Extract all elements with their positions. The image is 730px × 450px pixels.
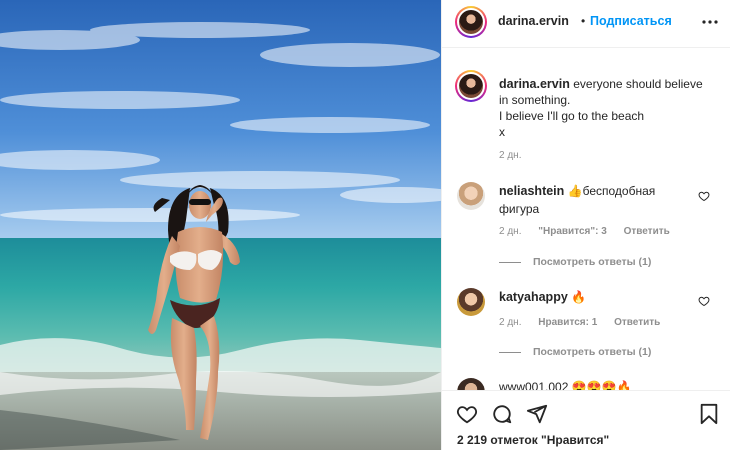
comment-likes[interactable]: Нравится: 1 (538, 317, 597, 328)
caption-line: everyone should believe (573, 77, 703, 91)
comment-body: 🔥 (571, 290, 587, 304)
comment-likes[interactable]: "Нравится": 3 (538, 226, 607, 237)
more-horizontal-icon[interactable] (701, 12, 719, 32)
post-photo[interactable] (0, 0, 441, 450)
comment-timestamp[interactable]: 2 дн. (499, 317, 521, 328)
caption-timestamp[interactable]: 2 дн. (499, 150, 521, 161)
caption-line: x (499, 125, 505, 139)
caption-username[interactable]: darina.ervin (499, 77, 570, 91)
heart-icon[interactable] (456, 403, 478, 425)
replies-divider (499, 261, 521, 263)
reply-button[interactable]: Ответить (614, 317, 660, 328)
replies-divider (499, 351, 521, 353)
comment-meta: 2 дн. "Нравится": 3 Ответить (499, 226, 684, 237)
beach-photo (0, 0, 441, 450)
author-avatar[interactable] (455, 6, 487, 38)
author-username[interactable]: darina.ervin (498, 14, 569, 28)
comments-list[interactable]: darina.ervin everyone should believe in … (442, 48, 730, 390)
separator-dot: • (581, 14, 586, 28)
post-actions: 2 219 отметок "Нравится" (442, 390, 730, 450)
heart-icon[interactable] (698, 295, 710, 307)
comment-timestamp[interactable]: 2 дн. (499, 226, 521, 237)
caption-avatar[interactable] (455, 70, 487, 102)
commenter-avatar[interactable] (457, 182, 485, 210)
comment-body: 😍😍😍🔥 (571, 380, 632, 390)
comment-icon[interactable] (491, 403, 513, 425)
comment-text: neliashtein 👍бесподобная фигура (499, 182, 689, 218)
caption-line: I believe I'll go to the beach (499, 109, 645, 123)
comment-meta: 2 дн. Нравится: 1 Ответить (499, 317, 674, 328)
comment-text: www001.002 😍😍😍🔥 (499, 378, 689, 390)
follow-button[interactable]: Подписаться (590, 14, 672, 28)
comment-text: katyahappy 🔥 (499, 288, 689, 306)
caption-text: darina.ervin everyone should believe in … (499, 76, 714, 140)
heart-icon[interactable] (698, 190, 710, 202)
commenter-username[interactable]: katyahappy (499, 290, 568, 304)
post-header: darina.ervin • Подписаться (442, 0, 730, 48)
instagram-post: darina.ervin • Подписаться darina.ervin … (0, 0, 730, 450)
bookmark-icon[interactable] (698, 403, 720, 425)
view-replies-label: Посмотреть ответы (1) (533, 256, 652, 268)
commenter-username[interactable]: neliashtein (499, 184, 564, 198)
caption-line: in something. (499, 93, 571, 107)
likes-count[interactable]: 2 219 отметок "Нравится" (457, 433, 609, 447)
view-replies-button[interactable]: Посмотреть ответы (1) (499, 256, 651, 268)
view-replies-button[interactable]: Посмотреть ответы (1) (499, 346, 651, 358)
post-side-panel: darina.ervin • Подписаться darina.ervin … (441, 0, 730, 450)
commenter-avatar[interactable] (457, 378, 485, 390)
share-icon[interactable] (526, 403, 548, 425)
commenter-avatar[interactable] (457, 288, 485, 316)
view-replies-label: Посмотреть ответы (1) (533, 346, 652, 358)
reply-button[interactable]: Ответить (624, 226, 670, 237)
commenter-username[interactable]: www001.002 (499, 380, 568, 390)
